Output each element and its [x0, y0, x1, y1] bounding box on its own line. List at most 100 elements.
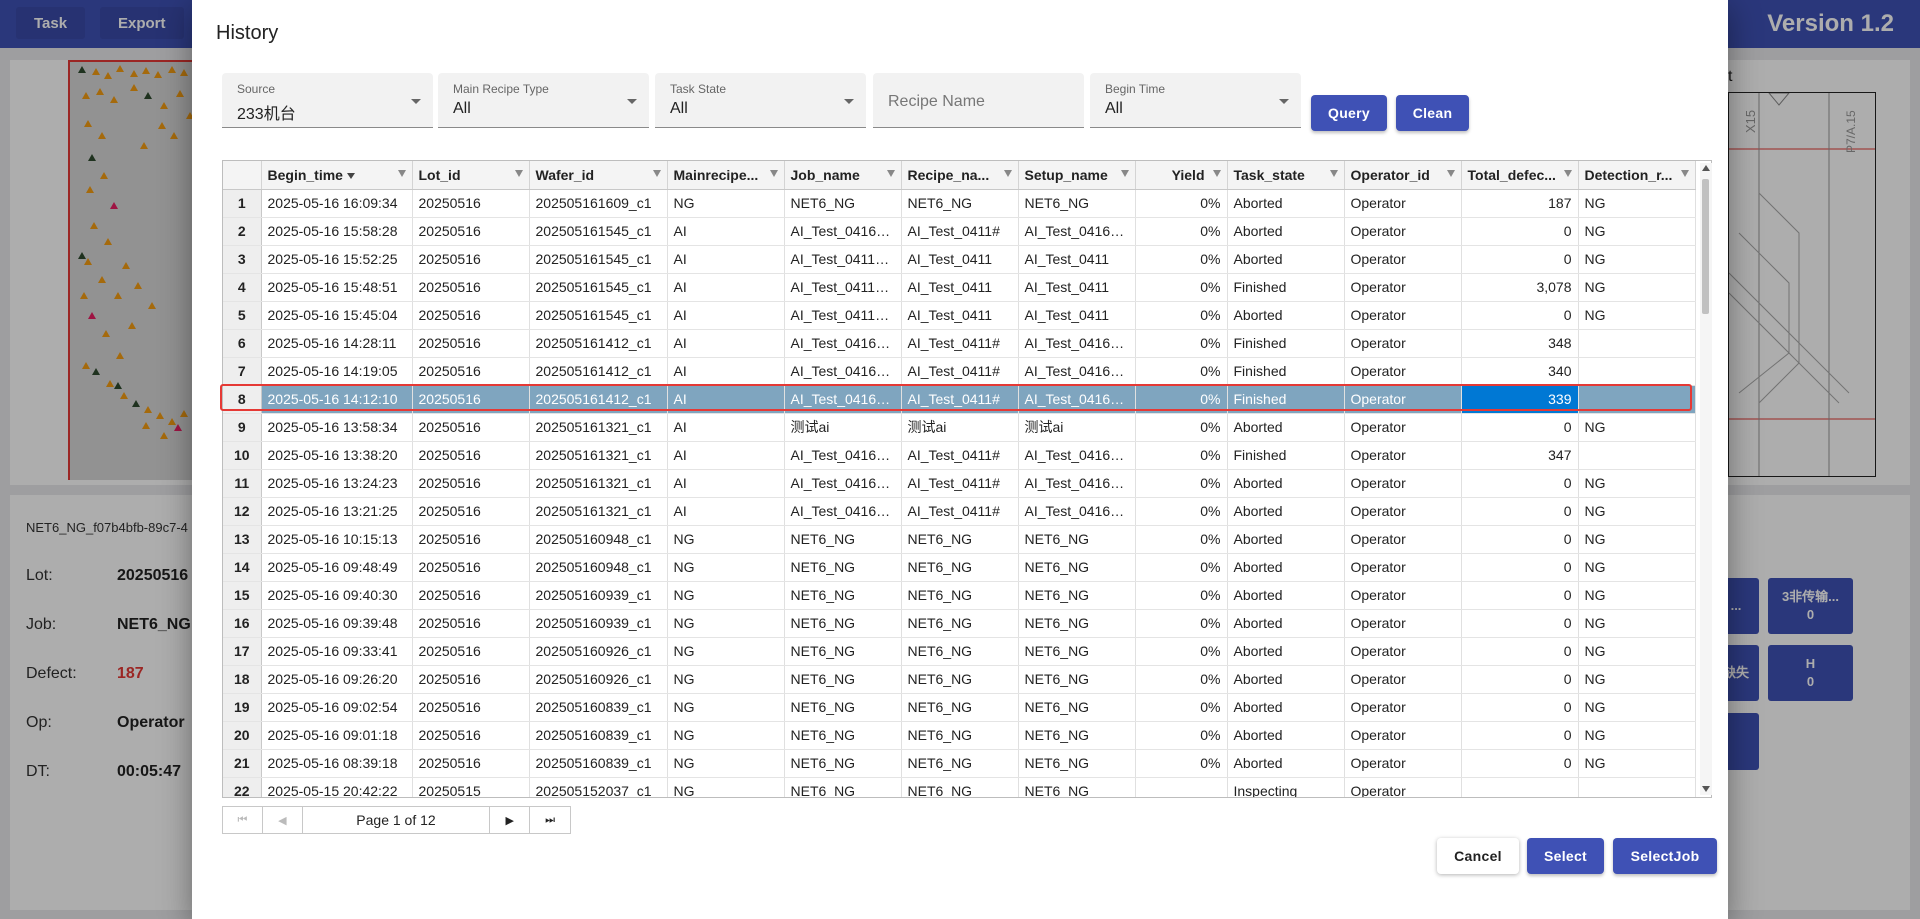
row-number-cell[interactable]: 12 — [223, 497, 262, 526]
filter-icon[interactable] — [1446, 170, 1455, 177]
column-header[interactable]: Total_defec... — [1461, 161, 1579, 190]
table-cell[interactable]: 202505161321_c1 — [529, 497, 668, 526]
row-number-cell[interactable]: 17 — [223, 637, 262, 666]
table-cell[interactable]: NET6_NG — [1018, 721, 1136, 750]
filter-icon[interactable] — [1563, 170, 1572, 177]
table-cell[interactable]: Aborted — [1227, 245, 1345, 274]
table-cell[interactable]: Aborted — [1227, 665, 1345, 694]
table-cell[interactable] — [1135, 777, 1228, 797]
table-cell[interactable]: NET6_NG — [901, 777, 1019, 797]
scroll-down-icon[interactable] — [1702, 786, 1710, 792]
table-cell[interactable]: AI_Test_0416_... — [1018, 217, 1136, 246]
table-cell[interactable]: NET6_NG — [1018, 693, 1136, 722]
table-cell[interactable]: NG — [1578, 749, 1696, 778]
table-cell[interactable]: 2025-05-16 09:48:49 — [261, 553, 413, 582]
table-cell[interactable]: 0 — [1461, 609, 1579, 638]
table-cell[interactable]: 2025-05-16 13:38:20 — [261, 441, 413, 470]
table-cell[interactable]: AI_Test_0416_... — [1018, 469, 1136, 498]
table-cell[interactable]: Operator — [1344, 357, 1462, 386]
table-cell[interactable]: 2025-05-16 14:19:05 — [261, 357, 413, 386]
table-cell[interactable]: NET6_NG — [901, 721, 1019, 750]
table-cell[interactable]: 202505161545_c1 — [529, 301, 668, 330]
table-cell[interactable]: 20250516 — [412, 301, 530, 330]
table-cell[interactable] — [1578, 777, 1696, 797]
row-number-cell[interactable]: 14 — [223, 553, 262, 582]
table-cell[interactable]: AI_Test_0411# — [901, 329, 1019, 358]
table-cell[interactable]: 0% — [1135, 749, 1228, 778]
task-state-select[interactable]: Task State All — [655, 73, 866, 128]
table-cell[interactable]: AI_Test_0411 — [901, 273, 1019, 302]
column-header[interactable]: Lot_id — [412, 161, 530, 190]
table-cell[interactable]: NET6_NG — [901, 749, 1019, 778]
table-cell[interactable]: Operator — [1344, 273, 1462, 302]
table-cell[interactable]: 20250516 — [412, 329, 530, 358]
table-cell[interactable]: 0% — [1135, 637, 1228, 666]
column-header[interactable]: Wafer_id — [529, 161, 668, 190]
table-cell[interactable]: NG — [1578, 273, 1696, 302]
table-cell[interactable]: Aborted — [1227, 413, 1345, 442]
table-cell[interactable]: 20250516 — [412, 749, 530, 778]
table-cell[interactable]: Operator — [1344, 609, 1462, 638]
filter-icon[interactable] — [1329, 170, 1338, 177]
table-cell[interactable]: 20250516 — [412, 189, 530, 218]
table-cell[interactable]: 339 — [1461, 385, 1579, 414]
table-row[interactable]: 16 2025-05-16 09:39:48 20250516 20250516093… — [223, 609, 1696, 638]
table-cell[interactable]: AI — [667, 441, 785, 470]
column-header[interactable]: Detection_r... — [1578, 161, 1696, 190]
table-cell[interactable]: 0% — [1135, 441, 1228, 470]
table-row[interactable]: 8 2025-05-16 14:12:10 20250516 202505161412… — [223, 385, 1696, 414]
table-cell[interactable]: 2025-05-16 09:02:54 — [261, 693, 413, 722]
table-cell[interactable]: 0% — [1135, 525, 1228, 554]
table-cell[interactable]: AI_Test_0411# — [901, 217, 1019, 246]
table-cell[interactable]: NG — [1578, 413, 1696, 442]
table-cell[interactable]: Operator — [1344, 777, 1462, 797]
table-cell[interactable]: 0 — [1461, 217, 1579, 246]
table-cell[interactable]: Aborted — [1227, 609, 1345, 638]
table-cell[interactable]: 202505160948_c1 — [529, 525, 668, 554]
table-cell[interactable]: 202505161321_c1 — [529, 441, 668, 470]
table-cell[interactable]: AI_Test_0416_... — [784, 441, 902, 470]
table-cell[interactable]: 0% — [1135, 273, 1228, 302]
table-cell[interactable]: NET6_NG — [1018, 581, 1136, 610]
table-cell[interactable]: 340 — [1461, 357, 1579, 386]
cancel-button[interactable]: Cancel — [1437, 838, 1519, 874]
table-cell[interactable]: 2025-05-16 13:58:34 — [261, 413, 413, 442]
table-cell[interactable]: 0 — [1461, 721, 1579, 750]
table-cell[interactable]: 0% — [1135, 217, 1228, 246]
table-cell[interactable]: 2025-05-15 20:42:22 — [261, 777, 413, 797]
table-row[interactable]: 12 2025-05-16 13:21:25 20250516 20250516132… — [223, 497, 1696, 526]
table-cell[interactable]: 2025-05-16 09:26:20 — [261, 665, 413, 694]
row-number-cell[interactable]: 4 — [223, 273, 262, 302]
table-cell[interactable]: Operator — [1344, 553, 1462, 582]
table-cell[interactable]: AI — [667, 497, 785, 526]
table-cell[interactable]: NET6_NG — [901, 581, 1019, 610]
table-cell[interactable]: Operator — [1344, 329, 1462, 358]
table-cell[interactable]: Aborted — [1227, 497, 1345, 526]
table-row[interactable]: 11 2025-05-16 13:24:23 20250516 20250516132… — [223, 469, 1696, 498]
table-cell[interactable]: 202505160839_c1 — [529, 721, 668, 750]
table-cell[interactable]: 20250516 — [412, 217, 530, 246]
table-cell[interactable]: NG — [667, 637, 785, 666]
table-cell[interactable]: Operator — [1344, 441, 1462, 470]
table-row[interactable]: 5 2025-05-16 15:45:04 20250516 202505161545… — [223, 301, 1696, 330]
table-cell[interactable]: 2025-05-16 14:12:10 — [261, 385, 413, 414]
table-cell[interactable]: NET6_NG — [784, 693, 902, 722]
table-cell[interactable]: 0% — [1135, 329, 1228, 358]
table-cell[interactable]: Operator — [1344, 469, 1462, 498]
table-row[interactable]: 9 2025-05-16 13:58:34 20250516 202505161321… — [223, 413, 1696, 442]
row-number-cell[interactable]: 8 — [223, 385, 262, 414]
table-cell[interactable]: 20250516 — [412, 721, 530, 750]
table-row[interactable]: 2 2025-05-16 15:58:28 20250516 202505161545… — [223, 217, 1696, 246]
table-cell[interactable]: AI_Test_0411_... — [784, 301, 902, 330]
table-cell[interactable]: AI — [667, 385, 785, 414]
filter-icon[interactable] — [1003, 170, 1012, 177]
table-cell[interactable]: AI_Test_0411_... — [784, 245, 902, 274]
table-cell[interactable]: NET6_NG — [901, 525, 1019, 554]
table-cell[interactable]: NG — [1578, 189, 1696, 218]
table-cell[interactable]: NG — [667, 777, 785, 797]
table-cell[interactable]: NET6_NG — [784, 581, 902, 610]
table-cell[interactable]: 0 — [1461, 749, 1579, 778]
table-cell[interactable]: 0% — [1135, 497, 1228, 526]
table-cell[interactable]: NET6_NG — [784, 665, 902, 694]
table-cell[interactable]: 20250515 — [412, 777, 530, 797]
